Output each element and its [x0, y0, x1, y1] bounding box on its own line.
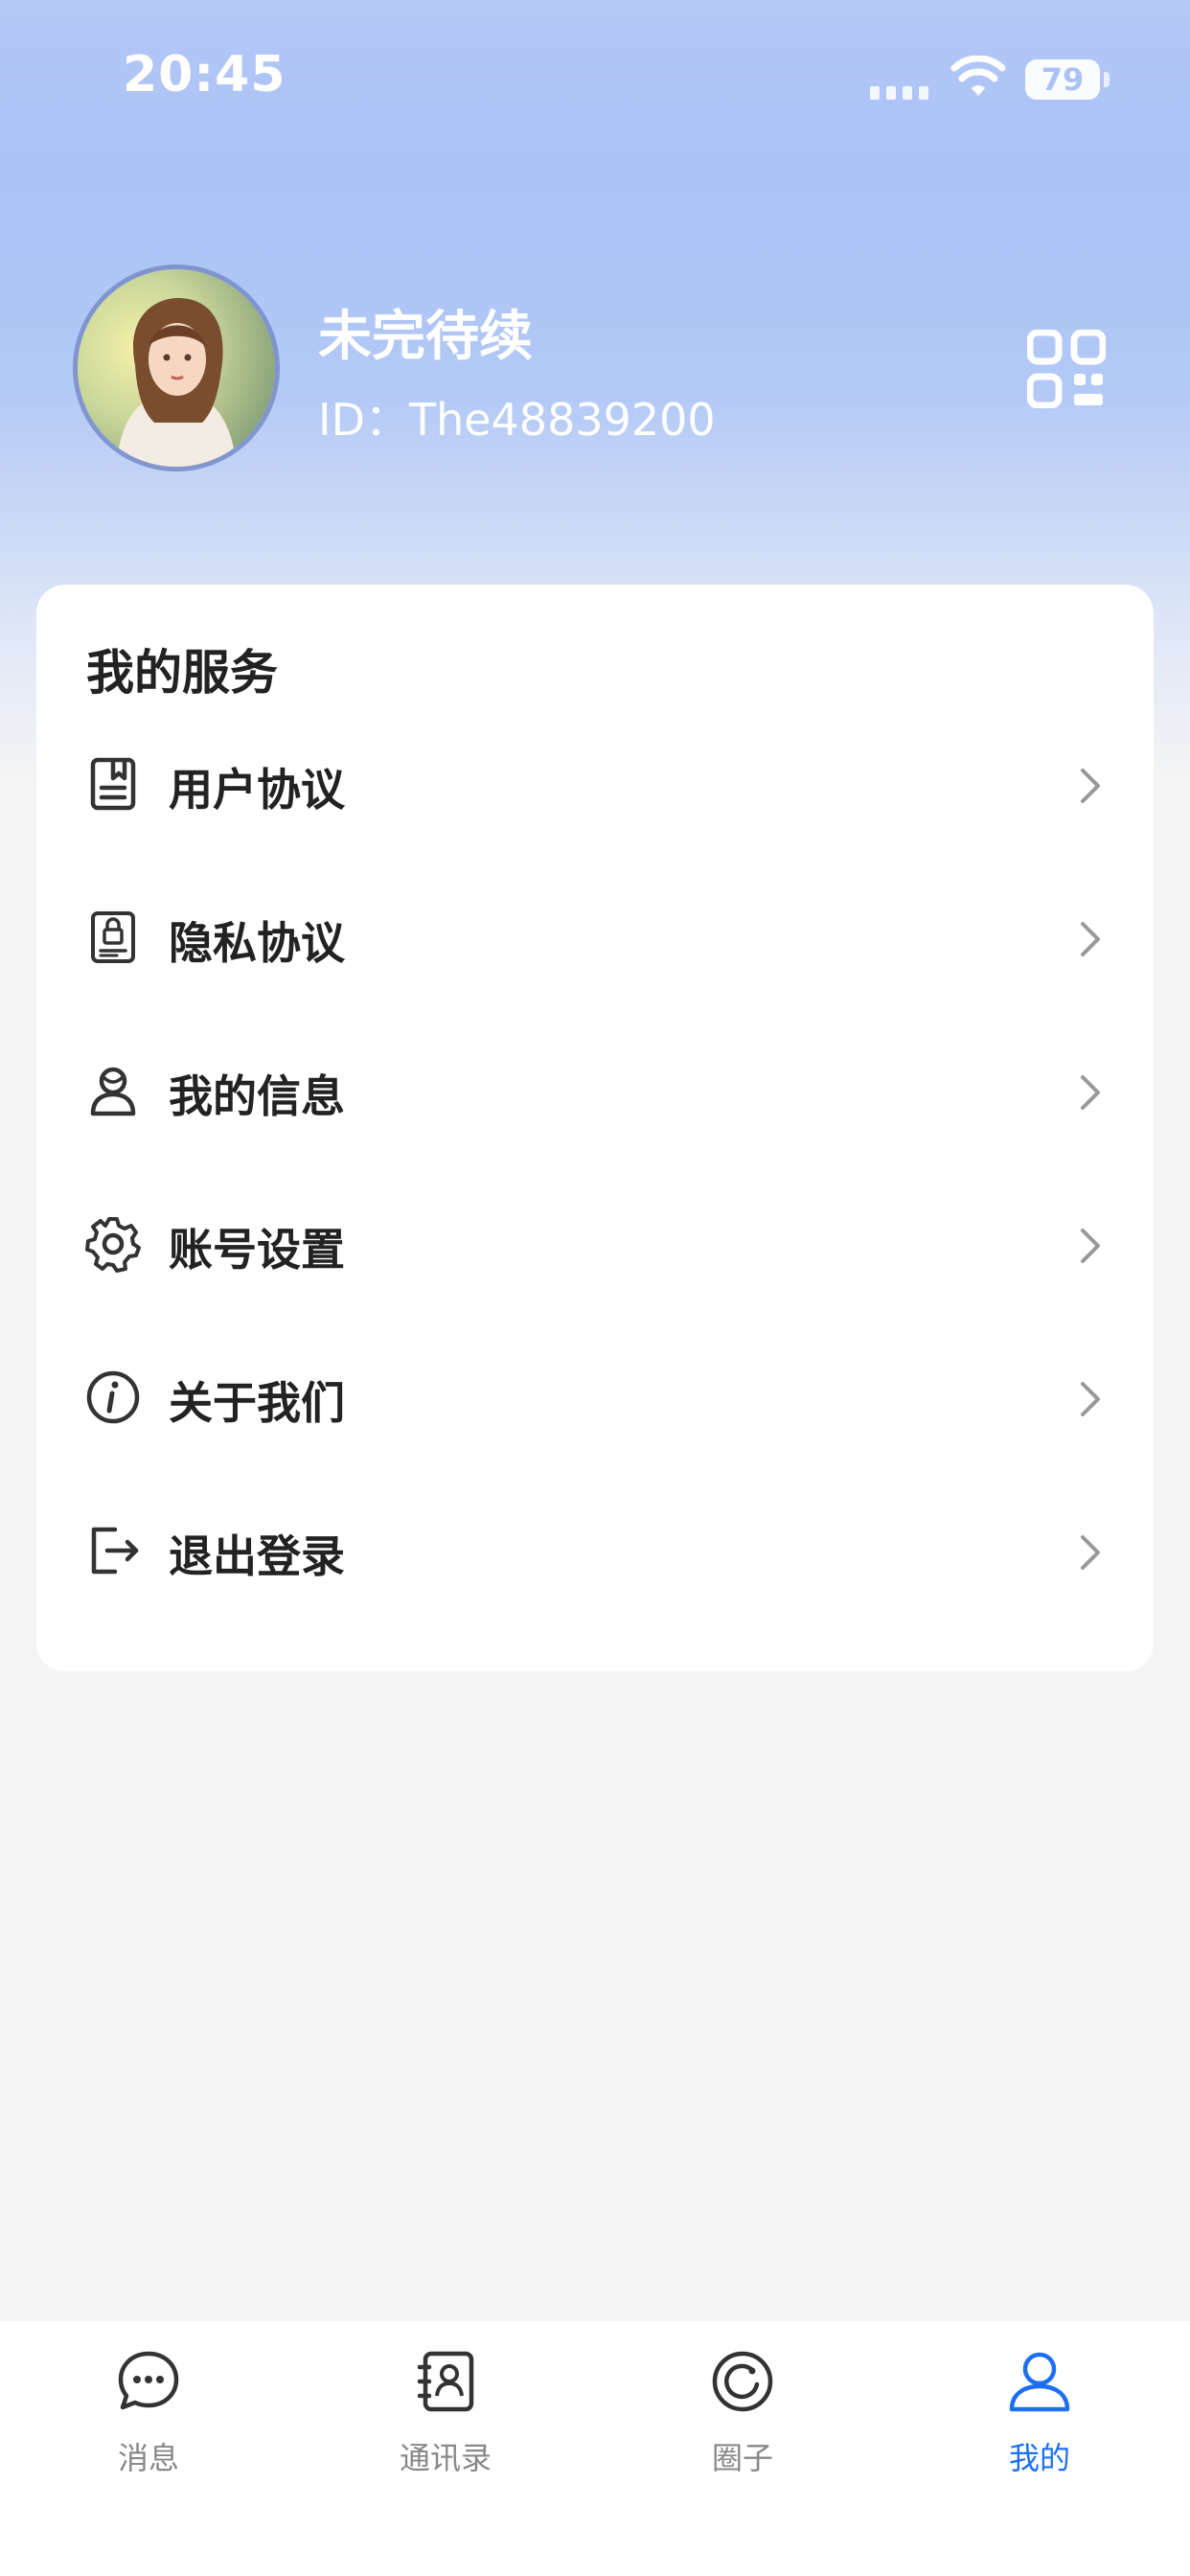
menu-item-label: 隐私协议 — [169, 917, 345, 969]
services-card: 我的服务 用户协议 隐私协议 我的信息 账号设置 关于我们 退出登录 — [36, 585, 1154, 1671]
status-bar: 20:45 79 — [0, 0, 1190, 163]
battery-icon: 79 — [1025, 59, 1100, 100]
chevron-right-icon — [1081, 1535, 1100, 1570]
user-info-icon — [90, 1067, 136, 1116]
battery-tip — [1104, 72, 1110, 87]
tab-label: 消息 — [117, 2440, 179, 2476]
profile-id: ID：The48839200 — [318, 394, 716, 446]
info-icon — [86, 1370, 140, 1424]
logout-icon — [91, 1527, 139, 1575]
tab-mine[interactable]: 我的 — [891, 2321, 1188, 2513]
services-title: 我的服务 — [86, 645, 278, 701]
circle-icon — [712, 2351, 773, 2412]
tab-bar: 消息 通讯录 圈子 我的 — [0, 2321, 1190, 2576]
menu-item-user-agreement[interactable]: 用户协议 — [36, 730, 1154, 845]
menu-item-label: 关于我们 — [169, 1377, 345, 1429]
contacts-icon — [417, 2351, 474, 2412]
chevron-right-icon — [1081, 1075, 1100, 1110]
menu-item-label: 用户协议 — [169, 764, 345, 816]
document-icon — [90, 757, 136, 811]
avatar[interactable] — [73, 264, 280, 472]
menu-item-about-us[interactable]: 关于我们 — [36, 1344, 1154, 1459]
status-time: 20:45 — [123, 46, 286, 104]
profile-name: 未完待续 — [318, 306, 533, 368]
menu-item-label: 退出登录 — [169, 1530, 345, 1582]
menu-item-my-info[interactable]: 我的信息 — [36, 1037, 1154, 1152]
chat-bubble-icon — [118, 2351, 179, 2410]
wifi-icon — [950, 56, 1006, 96]
gear-icon — [85, 1217, 141, 1273]
tab-label: 圈子 — [711, 2440, 773, 2476]
menu-item-account-settings[interactable]: 账号设置 — [36, 1190, 1154, 1305]
tab-label: 通讯录 — [399, 2440, 492, 2476]
chevron-right-icon — [1081, 922, 1100, 956]
signal-icon — [870, 86, 928, 100]
tab-label: 我的 — [1008, 2440, 1070, 2476]
chevron-right-icon — [1081, 769, 1100, 803]
tab-messages[interactable]: 消息 — [0, 2321, 297, 2513]
chevron-right-icon — [1081, 1229, 1100, 1263]
menu-item-label: 账号设置 — [169, 1224, 345, 1276]
menu-item-label: 我的信息 — [169, 1070, 345, 1122]
chevron-right-icon — [1081, 1382, 1100, 1416]
qr-code-icon[interactable] — [1027, 330, 1106, 408]
person-icon — [1009, 2352, 1070, 2412]
avatar-icon — [78, 269, 275, 467]
tab-circle[interactable]: 圈子 — [594, 2321, 891, 2513]
menu-item-logout[interactable]: 退出登录 — [36, 1497, 1154, 1612]
privacy-lock-icon — [91, 911, 135, 963]
tab-contacts[interactable]: 通讯录 — [297, 2321, 594, 2513]
menu-item-privacy-agreement[interactable]: 隐私协议 — [36, 884, 1154, 999]
